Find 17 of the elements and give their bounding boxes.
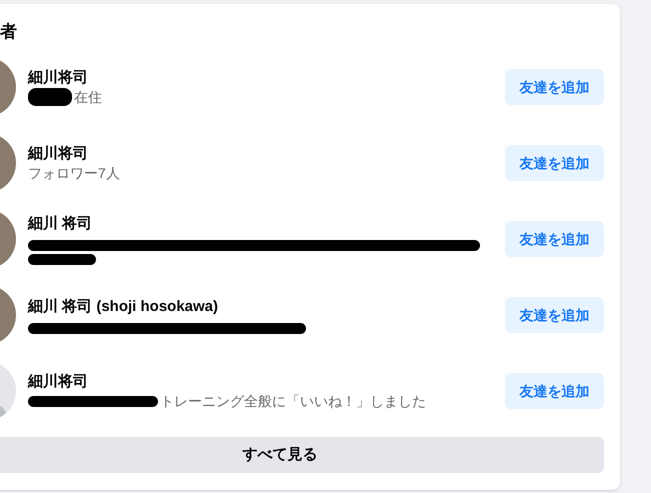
add-friend-button[interactable]: 友達を追加 [505, 297, 604, 333]
person-name[interactable]: 細川将司 [28, 68, 493, 88]
add-friend-button[interactable]: 友達を追加 [505, 69, 604, 105]
add-friend-button[interactable]: 友達を追加 [505, 145, 604, 181]
person-detail: トレーニング全般に「いいね！」しました [160, 392, 426, 410]
add-friend-button[interactable]: 友達を追加 [505, 373, 604, 409]
person-detail: フォロワー7人 [28, 164, 120, 182]
person-name[interactable]: 細川 将司 (shoji hosokawa) [28, 296, 493, 316]
person-name[interactable]: 細川 将司 [28, 214, 493, 234]
redaction-mark [28, 88, 72, 106]
person-name[interactable]: 細川将司 [28, 372, 493, 392]
section-heading: 者 [0, 21, 18, 43]
see-all-button[interactable]: すべて見る [0, 437, 604, 473]
redaction-mark [28, 254, 96, 264]
person-name[interactable]: 細川将司 [28, 144, 493, 164]
add-friend-button[interactable]: 友達を追加 [505, 221, 604, 257]
person-detail: 在住 [74, 88, 102, 106]
